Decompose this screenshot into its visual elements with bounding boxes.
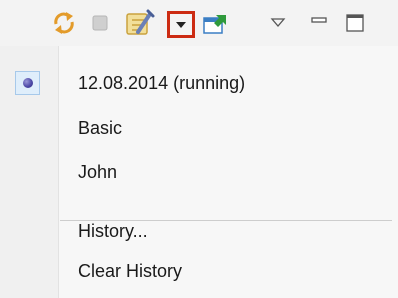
sync-arrows-icon xyxy=(54,12,74,34)
sync-button[interactable] xyxy=(48,0,80,46)
menu-item-label: John xyxy=(78,162,118,182)
open-console-button[interactable] xyxy=(198,0,232,46)
menu-item-launch-running[interactable]: 12.08.2014 (running) xyxy=(0,64,398,102)
menu-item-clear-history[interactable]: Clear History xyxy=(0,252,398,290)
menu-item-label: Basic xyxy=(78,118,123,138)
menu-item-label: Clear History xyxy=(78,261,183,281)
radio-dot-icon xyxy=(22,78,33,88)
menu-item-john[interactable]: John xyxy=(0,153,398,191)
view-menu-button[interactable] xyxy=(266,0,290,46)
menu-item-label: 12.08.2014 (running) xyxy=(78,73,246,93)
view-menu-icon xyxy=(270,18,286,27)
view-toolbar xyxy=(0,0,398,47)
maximize-icon xyxy=(346,14,364,32)
history-dropdown-button[interactable] xyxy=(167,11,195,38)
history-dropdown-menu: 12.08.2014 (running) Basic John History.… xyxy=(0,46,398,298)
menu-item-history[interactable]: History... xyxy=(0,212,398,250)
menu-item-label: History... xyxy=(78,221,148,241)
dropdown-arrow-icon xyxy=(176,21,186,28)
maximize-button[interactable] xyxy=(340,0,370,46)
open-console-icon xyxy=(203,15,226,34)
launch-history-icon xyxy=(126,9,155,35)
launch-history-button[interactable] xyxy=(120,0,160,46)
stop-button[interactable] xyxy=(86,0,114,46)
selected-indicator xyxy=(15,71,40,95)
menu-item-basic[interactable]: Basic xyxy=(0,109,398,147)
stop-icon xyxy=(92,15,108,31)
minimize-icon xyxy=(311,17,327,23)
minimize-button[interactable] xyxy=(306,0,332,46)
